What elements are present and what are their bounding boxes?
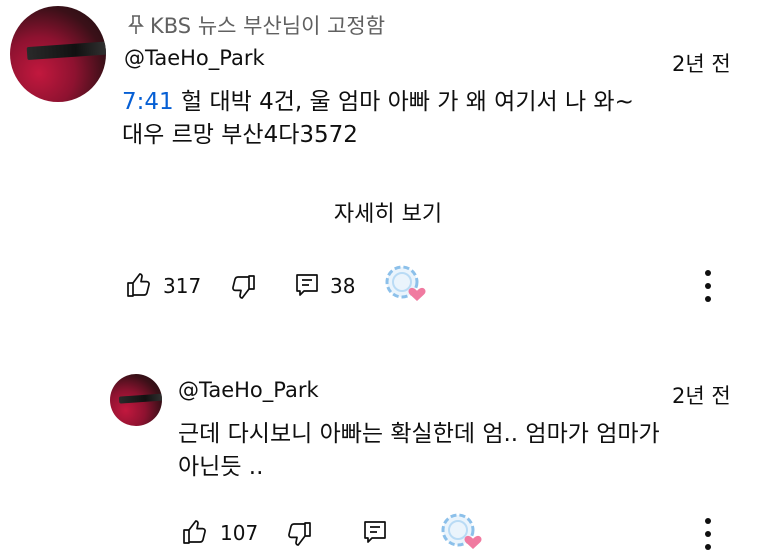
reply-more-actions-icon[interactable]	[704, 518, 712, 557]
reply-text: 근데 다시보니 아빠는 확실한데 엄.. 엄마가 엄마가 아닌듯 ..	[178, 418, 758, 484]
like-icon[interactable]	[126, 272, 152, 298]
timestamp-link[interactable]: 7:41	[122, 89, 174, 115]
reply-dislike-icon[interactable]	[286, 521, 312, 547]
reply-text-line2: 아닌듯 ..	[178, 454, 264, 480]
comment-author[interactable]: @TaeHo_Park	[124, 46, 265, 70]
reply-author[interactable]: @TaeHo_Park	[178, 378, 319, 402]
creator-heart-icon	[384, 264, 428, 304]
reply-creator-heart-icon	[440, 512, 484, 552]
avatar[interactable]	[10, 6, 106, 102]
reply-avatar[interactable]	[110, 374, 162, 426]
more-actions-icon[interactable]	[704, 270, 712, 309]
pin-icon	[128, 15, 146, 40]
reply-text-line1: 근데 다시보니 아빠는 확실한데 엄.. 엄마가 엄마가	[178, 421, 660, 447]
pinned-text: KBS 뉴스 부산님이 고정함	[150, 14, 386, 38]
reply-count: 38	[330, 274, 356, 298]
comment-time[interactable]: 2년 전	[672, 48, 731, 78]
reply-icon[interactable]	[294, 272, 320, 298]
reply-like-icon[interactable]	[182, 519, 208, 545]
dislike-icon[interactable]	[230, 274, 256, 300]
comment-text-line2: 대우 르망 부산4다3572	[122, 122, 358, 148]
reply-reply-icon[interactable]	[362, 519, 388, 545]
reply-like-count: 107	[220, 521, 259, 545]
comment-text-line1: 헐 대박 4건, 울 엄마 아빠 가 왜 여기서 나 와~	[173, 89, 634, 115]
comment-text: 7:41 헐 대박 4건, 울 엄마 아빠 가 왜 여기서 나 와~ 대우 르망…	[122, 86, 762, 152]
reply-time[interactable]: 2년 전	[672, 380, 731, 410]
read-more-button[interactable]: 자세히 보기	[0, 196, 776, 228]
like-count: 317	[163, 274, 202, 298]
pinned-label: KBS 뉴스 부산님이 고정함	[128, 10, 385, 40]
